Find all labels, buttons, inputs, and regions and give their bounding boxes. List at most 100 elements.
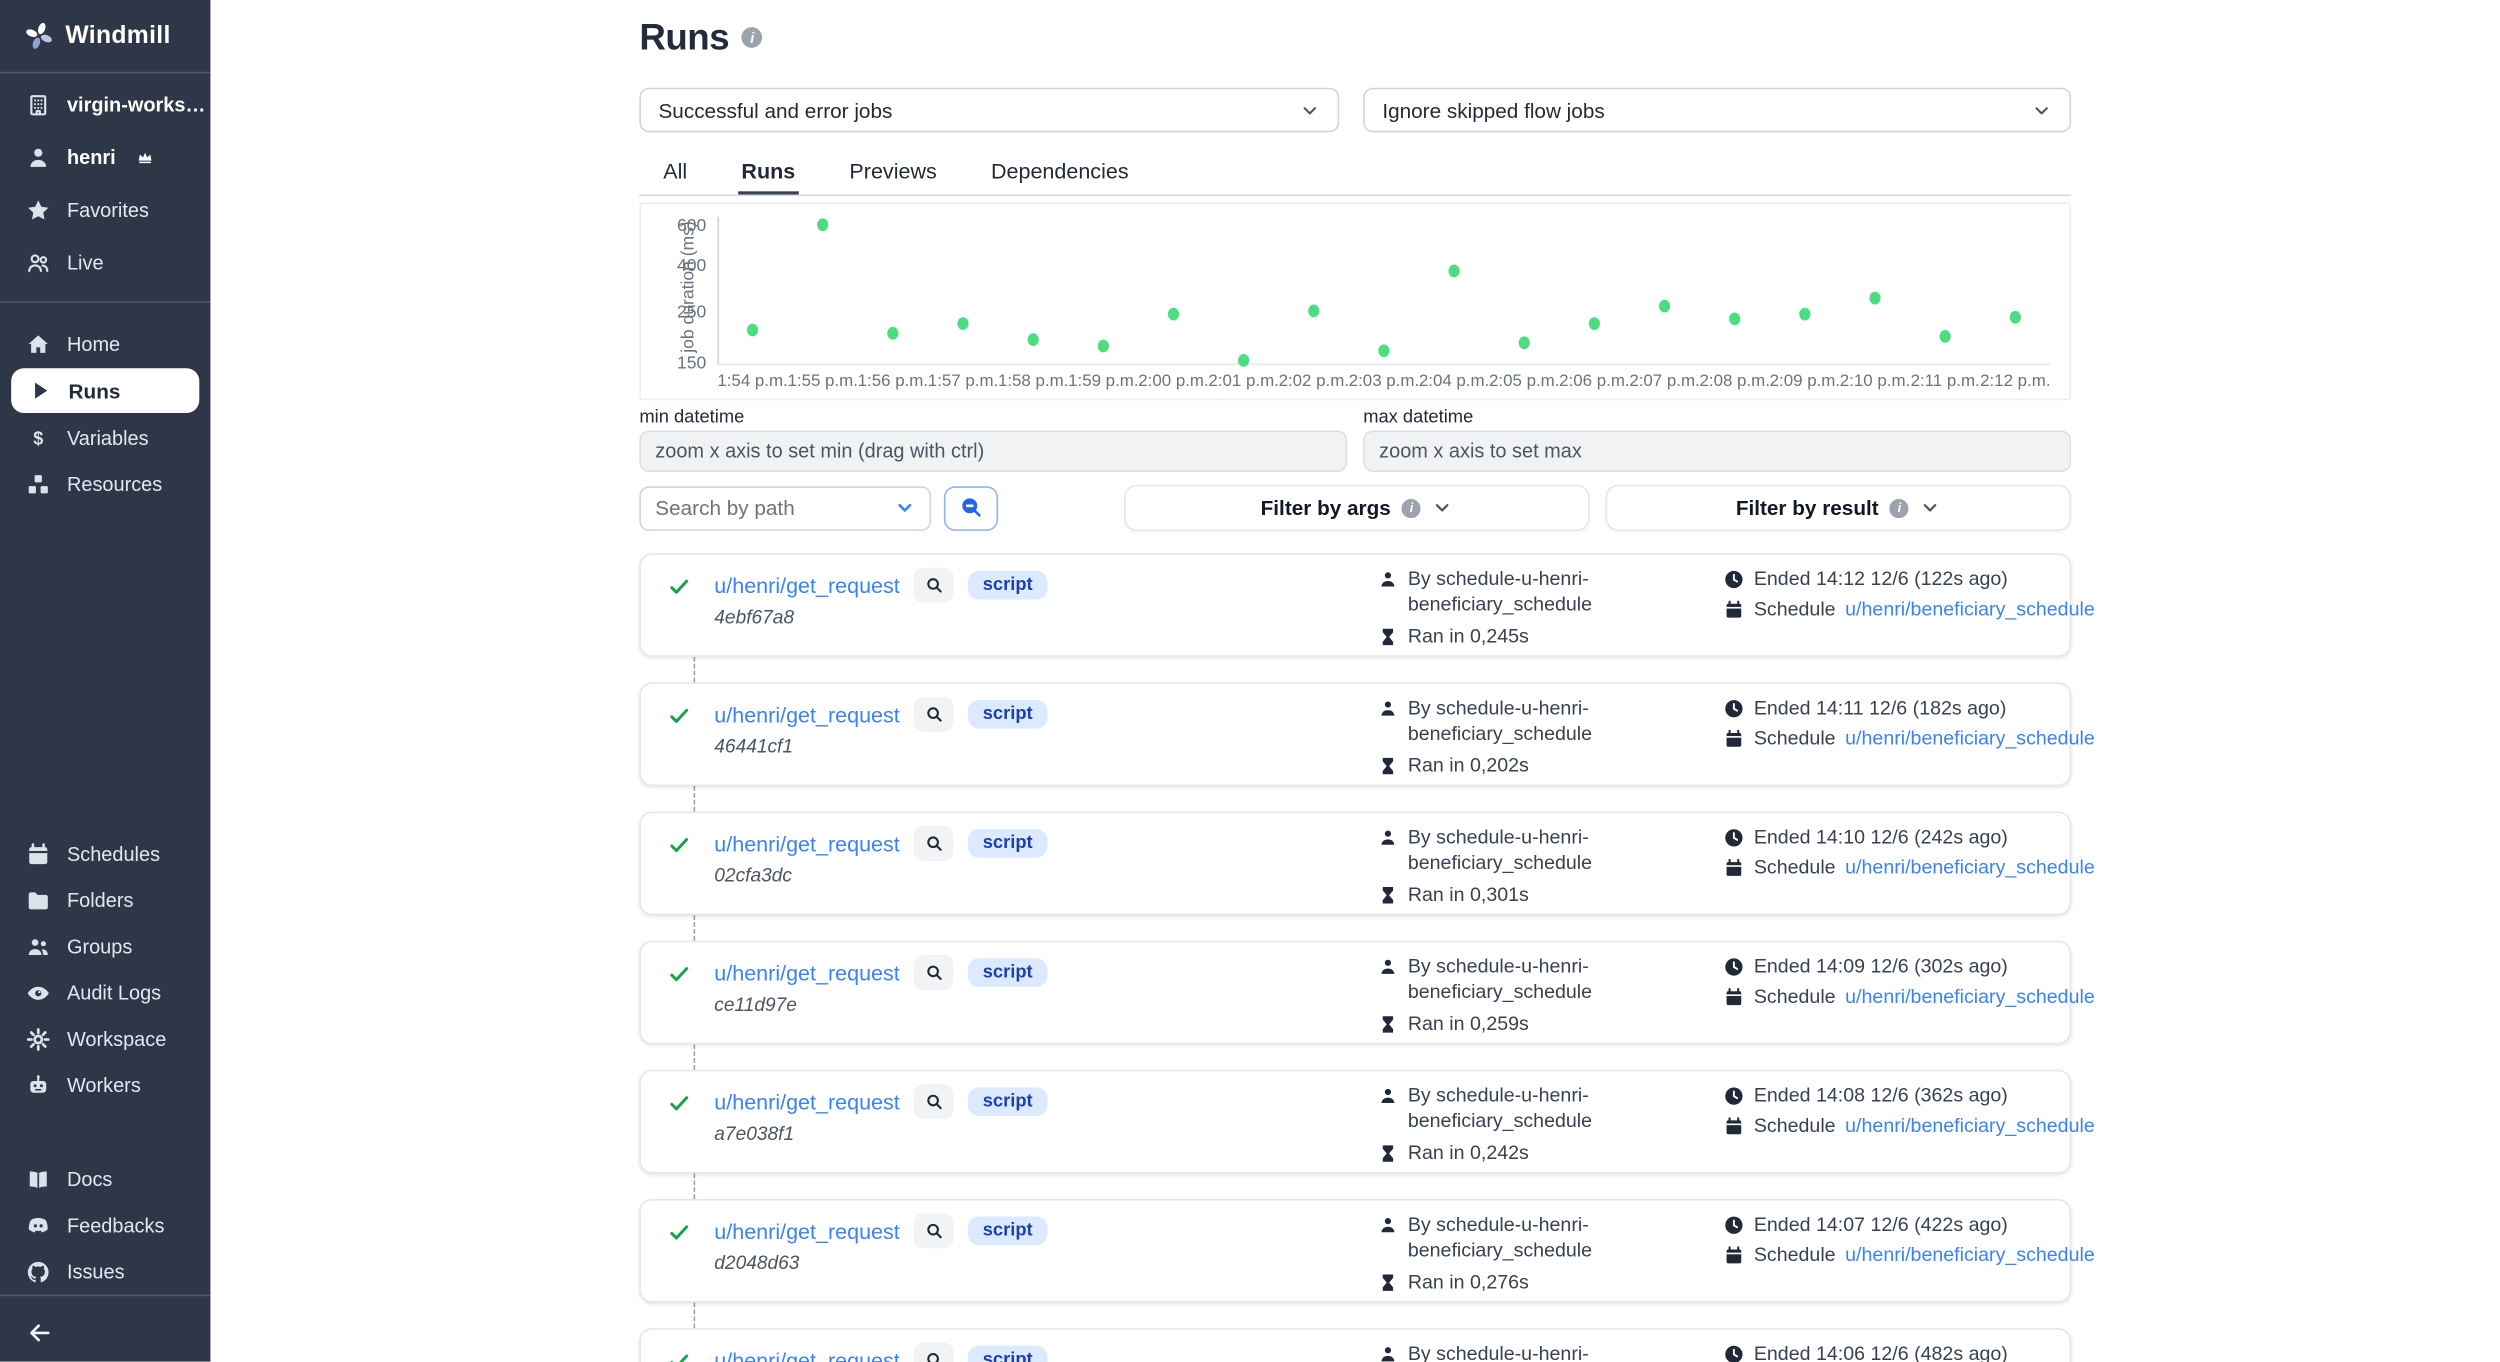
clock-icon xyxy=(1724,827,1745,848)
sidebar-item-home[interactable]: Home xyxy=(0,320,210,366)
sidebar-footer xyxy=(0,1295,210,1362)
x-tick-label: 2:05 p.m. xyxy=(1489,371,1559,390)
run-path-link[interactable]: u/henri/get_request xyxy=(714,573,899,597)
triggered-by: By schedule-u-henri-beneficiary_schedule xyxy=(1408,826,1697,875)
ended-at: Ended 14:07 12/6 (422s ago) xyxy=(1754,1213,2008,1235)
page-title: Runs xyxy=(639,16,729,59)
schedule-label: Schedule xyxy=(1754,985,1836,1007)
run-card[interactable]: u/henri/get_request script 46441cf1 By s… xyxy=(639,682,2071,786)
run-path-link[interactable]: u/henri/get_request xyxy=(714,1348,899,1362)
gear-icon xyxy=(24,1025,51,1052)
sidebar-item-favorites[interactable]: Favorites xyxy=(0,183,210,236)
preview-run-button[interactable] xyxy=(914,568,954,603)
zoom-out-search-button[interactable] xyxy=(944,485,998,530)
calendar-icon xyxy=(1724,857,1745,878)
sidebar-item-issues[interactable]: Issues xyxy=(0,1248,210,1294)
triggered-by: By schedule-u-henri-beneficiary_schedule xyxy=(1408,1342,1697,1362)
sidebar-item-variables[interactable]: $Variables xyxy=(0,415,210,461)
job-kind-badge: script xyxy=(968,571,1047,600)
sidebar-item-workspace[interactable]: Workspace xyxy=(0,1016,210,1062)
book-icon xyxy=(24,1165,51,1192)
calendar-icon xyxy=(1724,986,1745,1007)
run-path-link[interactable]: u/henri/get_request xyxy=(714,1090,899,1114)
tab-dependencies[interactable]: Dependencies xyxy=(988,151,1132,194)
schedule-link[interactable]: u/henri/beneficiary_schedule xyxy=(1845,985,2095,1007)
run-path-link[interactable]: u/henri/get_request xyxy=(714,1219,899,1243)
preview-run-button[interactable] xyxy=(914,697,954,732)
run-path-link[interactable]: u/henri/get_request xyxy=(714,702,899,726)
tab-runs[interactable]: Runs xyxy=(738,151,798,194)
data-point xyxy=(1098,339,1109,352)
sidebar-item-label: Docs xyxy=(67,1168,112,1190)
x-tick-label: 2:11 p.m. xyxy=(1911,371,1980,390)
triggered-by: By schedule-u-henri-beneficiary_schedule xyxy=(1408,568,1697,617)
hourglass-icon xyxy=(1378,627,1399,648)
schedule-link[interactable]: u/henri/beneficiary_schedule xyxy=(1845,598,2095,620)
data-point xyxy=(1308,305,1319,318)
job-status-filter-select[interactable]: Successful and error jobs xyxy=(639,88,1339,133)
sidebar-item-feedbacks[interactable]: Feedbacks xyxy=(0,1202,210,1248)
filter-by-result-button[interactable]: Filter by result i xyxy=(1606,485,2072,531)
schedule-link[interactable]: u/henri/beneficiary_schedule xyxy=(1845,1244,2095,1266)
data-point xyxy=(887,326,898,339)
search-by-path-select[interactable]: Search by path xyxy=(639,485,931,530)
windmill-logo[interactable]: Windmill xyxy=(0,0,210,73)
collapse-sidebar-button[interactable] xyxy=(26,1318,55,1347)
runs-list: u/henri/get_request script 4ebf67a8 By s… xyxy=(639,553,2071,1362)
skipped-flow-filter-select[interactable]: Ignore skipped flow jobs xyxy=(1363,88,2071,133)
sidebar-item-groups[interactable]: Groups xyxy=(0,923,210,969)
sidebar-item-folders[interactable]: Folders xyxy=(0,877,210,923)
home-icon xyxy=(24,330,51,357)
zoom-out-icon xyxy=(959,496,983,520)
job-status-filter-value: Successful and error jobs xyxy=(658,98,892,122)
chevron-down-icon xyxy=(894,497,915,518)
job-kind-badge: script xyxy=(968,1346,1047,1362)
info-icon[interactable]: i xyxy=(742,27,763,48)
sidebar-item-virgin-worksp[interactable]: virgin-worksp... xyxy=(0,78,210,131)
y-tick-label: 250 xyxy=(658,303,706,322)
hourglass-icon xyxy=(1378,1143,1399,1164)
sidebar-item-audit-logs[interactable]: Audit Logs xyxy=(0,969,210,1015)
robot-icon xyxy=(24,1071,51,1098)
schedule-link[interactable]: u/henri/beneficiary_schedule xyxy=(1845,1114,2095,1136)
filter-by-args-button[interactable]: Filter by args i xyxy=(1124,485,1590,531)
max-datetime-input[interactable] xyxy=(1363,430,2071,471)
ended-at: Ended 14:10 12/6 (242s ago) xyxy=(1754,826,2008,848)
clock-icon xyxy=(1724,1085,1745,1106)
run-card[interactable]: u/henri/get_request script ce11d97e By s… xyxy=(639,941,2071,1045)
tab-all[interactable]: All xyxy=(660,151,690,194)
run-card[interactable]: u/henri/get_request script 02cfa3dc By s… xyxy=(639,812,2071,916)
preview-run-button[interactable] xyxy=(914,955,954,990)
preview-run-button[interactable] xyxy=(914,1084,954,1119)
run-card[interactable]: u/henri/get_request script 4ebf67a8 By s… xyxy=(639,553,2071,657)
sidebar-item-henri[interactable]: henri xyxy=(0,131,210,184)
run-card[interactable]: u/henri/get_request script By schedule-u… xyxy=(639,1328,2071,1362)
job-kind-badge: script xyxy=(968,1217,1047,1246)
tab-previews[interactable]: Previews xyxy=(846,151,940,194)
sidebar-item-workers[interactable]: Workers xyxy=(0,1062,210,1108)
min-datetime-input[interactable] xyxy=(639,430,1347,471)
preview-run-button[interactable] xyxy=(914,826,954,861)
run-path-link[interactable]: u/henri/get_request xyxy=(714,831,899,855)
preview-run-button[interactable] xyxy=(914,1213,954,1248)
job-duration-chart[interactable]: job duration (ms)1502504006001:54 p.m.1:… xyxy=(639,202,2071,400)
sidebar-item-live[interactable]: Live xyxy=(0,236,210,289)
sidebar-item-docs[interactable]: Docs xyxy=(0,1156,210,1202)
sidebar-item-schedules[interactable]: Schedules xyxy=(0,831,210,877)
data-point xyxy=(1589,317,1600,330)
preview-run-button[interactable] xyxy=(914,1342,954,1362)
sidebar-item-label: Workspace xyxy=(67,1028,166,1050)
x-tick-label: 2:09 p.m. xyxy=(1770,371,1840,390)
schedule-link[interactable]: u/henri/beneficiary_schedule xyxy=(1845,856,2095,878)
run-path-link[interactable]: u/henri/get_request xyxy=(714,961,899,985)
sidebar-item-label: Folders xyxy=(67,889,133,911)
sidebar-item-resources[interactable]: Resources xyxy=(0,461,210,507)
run-card[interactable]: u/henri/get_request script d2048d63 By s… xyxy=(639,1199,2071,1303)
sidebar: Windmill virgin-worksp...henriFavoritesL… xyxy=(0,0,210,1362)
data-point xyxy=(1238,354,1249,367)
run-card[interactable]: u/henri/get_request script a7e038f1 By s… xyxy=(639,1070,2071,1174)
person-icon xyxy=(1378,1215,1399,1236)
schedule-link[interactable]: u/henri/beneficiary_schedule xyxy=(1845,727,2095,749)
x-tick-label: 2:12 p.m. xyxy=(1980,371,2050,390)
sidebar-item-runs[interactable]: Runs xyxy=(11,368,199,413)
